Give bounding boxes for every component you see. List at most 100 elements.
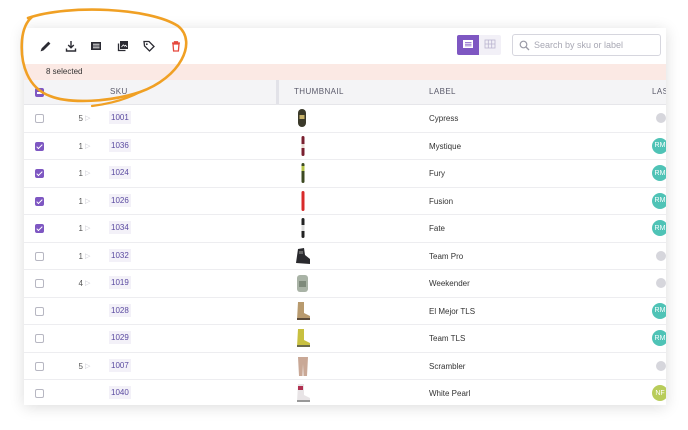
list-icon[interactable] <box>87 37 105 55</box>
row-checkbox[interactable] <box>35 224 44 233</box>
user-avatar-badge: RM <box>652 192 666 209</box>
user-avatar-badge <box>656 278 666 288</box>
select-all-checkbox[interactable] <box>35 88 44 97</box>
column-header-last[interactable]: LAS <box>652 87 666 96</box>
thumbnail-image <box>292 272 314 294</box>
thumbnail-image <box>292 162 314 184</box>
selection-bar: 8 selected <box>24 64 666 80</box>
variant-arrow-icon[interactable]: ▷ <box>85 252 90 260</box>
edit-icon[interactable] <box>37 37 55 55</box>
row-checkbox[interactable] <box>35 306 44 316</box>
row-checkbox[interactable] <box>35 114 44 123</box>
label-cell: Team Pro <box>429 251 464 261</box>
list-view-button[interactable] <box>457 35 479 55</box>
table-row[interactable]: 5 ▷ 1007 Scrambler <box>24 353 666 380</box>
view-toggle <box>457 35 501 55</box>
user-avatar-badge: RM <box>652 302 666 319</box>
row-checkbox[interactable] <box>35 169 44 178</box>
product-grid-card: 8 selected SKU THUMBNAIL LABEL LAS 5▷100… <box>24 28 666 405</box>
user-avatar-badge <box>656 360 666 371</box>
table-row[interactable]: 5 ▷ 1001 Cypress <box>24 105 666 133</box>
variant-arrow-icon[interactable]: ▷ <box>85 169 90 177</box>
column-header-label[interactable]: LABEL <box>429 87 456 96</box>
thumbnail-image <box>292 327 314 349</box>
variant-arrow-icon[interactable]: ▷ <box>85 114 90 122</box>
label-cell: Fury <box>429 169 445 178</box>
table-header: SKU THUMBNAIL LABEL LAS <box>24 80 666 105</box>
column-divider[interactable] <box>276 80 279 104</box>
variant-count: 1 <box>78 196 83 206</box>
table-row[interactable]: 1040 White Pearl NF <box>24 380 666 405</box>
copy-icon[interactable] <box>114 37 132 55</box>
list-view-icon <box>462 36 474 54</box>
variant-arrow-icon[interactable]: ▷ <box>85 197 90 205</box>
row-checkbox[interactable] <box>35 361 44 371</box>
label-cell: El Mejor TLS <box>429 306 476 316</box>
variant-arrow-icon[interactable]: ▷ <box>85 224 90 232</box>
label-cell: Mystique <box>429 141 462 151</box>
sku-cell: 1032 <box>109 248 131 262</box>
variant-count: 1 <box>78 141 83 151</box>
sku-cell: 1040 <box>109 386 131 399</box>
table-row[interactable]: 4 ▷ 1019 Weekender <box>24 270 666 298</box>
product-rows: 5 ▷ 1001 Cypress 1 ▷ 1036 Mystique RM 1 ▷ 1024 Fury R… <box>24 105 666 405</box>
variant-arrow-icon[interactable]: ▷ <box>85 279 90 287</box>
user-avatar-badge: RM <box>652 165 666 181</box>
sku-cell: 1034 <box>109 221 131 234</box>
table-row[interactable]: 1029 Team TLS RM <box>24 325 666 353</box>
row-checkbox[interactable] <box>35 279 44 288</box>
user-avatar-badge: RM <box>652 137 666 154</box>
variant-arrow-icon[interactable]: ▷ <box>85 362 90 370</box>
table-row[interactable]: 1 ▷ 1036 Mystique RM <box>24 133 666 160</box>
row-checkbox[interactable] <box>35 141 44 151</box>
label-cell: Cypress <box>429 114 459 123</box>
thumbnail-image <box>292 217 314 239</box>
label-cell: Scrambler <box>429 361 466 371</box>
thumbnail-image <box>292 135 314 157</box>
thumbnail-image <box>292 382 314 404</box>
thumbnail-image <box>292 355 314 377</box>
gallery-view-button[interactable] <box>479 35 501 55</box>
label-cell: Team TLS <box>429 334 466 343</box>
mass-edit-toolbar <box>24 28 666 64</box>
table-row[interactable]: 1 ▷ 1024 Fury RM <box>24 160 666 188</box>
variant-count: 4 <box>78 279 83 288</box>
table-row[interactable]: 1 ▷ 1026 Fusion RM <box>24 188 666 215</box>
user-avatar-badge: NF <box>652 385 666 401</box>
thumbnail-image <box>292 300 314 322</box>
sku-cell: 1026 <box>109 193 131 207</box>
table-row[interactable]: 1 ▷ 1034 Fate RM <box>24 215 666 243</box>
variant-count: 5 <box>78 361 83 371</box>
row-checkbox[interactable] <box>35 251 44 261</box>
grid-view-icon <box>484 36 496 54</box>
user-avatar-badge <box>656 250 666 261</box>
tag-icon[interactable] <box>140 37 158 55</box>
sku-cell: 1019 <box>109 276 131 289</box>
table-row[interactable]: 1 ▷ 1032 Team Pro <box>24 243 666 270</box>
thumbnail-image <box>292 190 314 212</box>
table-row[interactable]: 1028 El Mejor TLS RM <box>24 298 666 325</box>
sku-cell: 1028 <box>109 303 131 317</box>
sku-cell: 1024 <box>109 166 131 179</box>
label-cell: Weekender <box>429 279 470 288</box>
label-cell: Fusion <box>429 196 454 206</box>
variant-count: 1 <box>78 224 83 233</box>
variant-count: 1 <box>78 251 83 261</box>
selection-count: 8 selected <box>46 67 83 76</box>
row-checkbox[interactable] <box>35 389 44 398</box>
search-icon <box>519 40 530 51</box>
download-icon[interactable] <box>62 37 80 55</box>
column-header-sku[interactable]: SKU <box>110 87 128 96</box>
sku-cell: 1029 <box>109 331 131 344</box>
sku-cell: 1007 <box>109 358 131 372</box>
row-checkbox[interactable] <box>35 334 44 343</box>
search-input[interactable] <box>534 40 644 50</box>
user-avatar-badge <box>656 113 666 123</box>
trash-icon[interactable] <box>167 37 185 55</box>
search-box <box>512 34 661 56</box>
variant-count: 5 <box>78 114 83 123</box>
column-header-thumbnail[interactable]: THUMBNAIL <box>294 87 344 96</box>
row-checkbox[interactable] <box>35 196 44 206</box>
label-cell: White Pearl <box>429 389 471 398</box>
variant-arrow-icon[interactable]: ▷ <box>85 142 90 150</box>
